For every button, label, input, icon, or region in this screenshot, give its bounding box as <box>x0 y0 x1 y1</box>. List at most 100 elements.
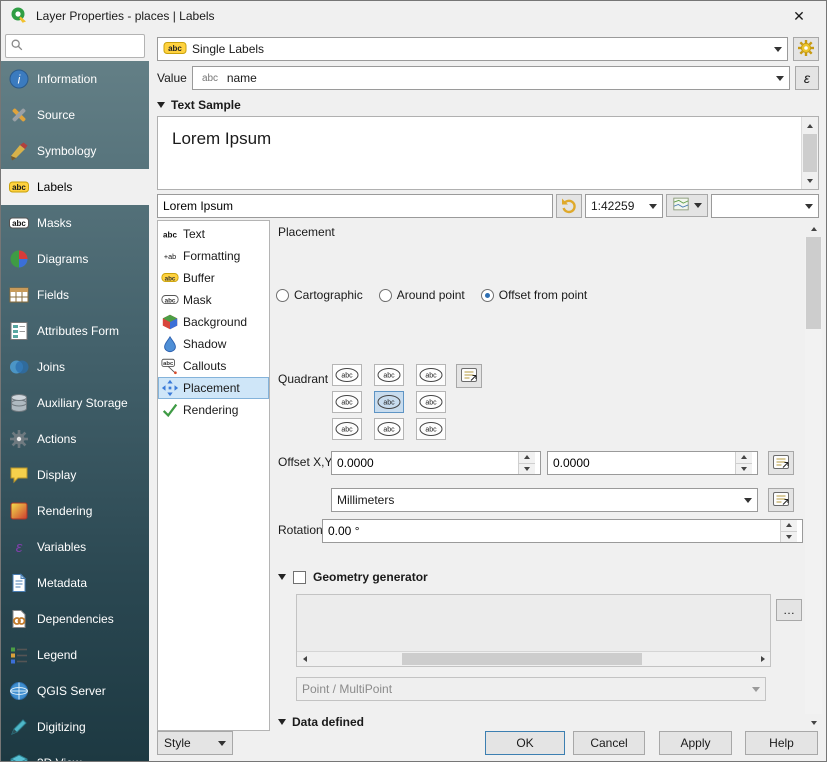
sidebar-item-source[interactable]: Source <box>1 97 149 133</box>
sidebar-item-labels[interactable]: abcLabels <box>1 169 149 205</box>
quadrant-button-4[interactable]: abc <box>374 391 404 413</box>
sidebar-item-fields[interactable]: Fields <box>1 277 149 313</box>
sample-background-combo[interactable] <box>711 194 819 218</box>
automated-placement-settings-button[interactable] <box>793 37 819 61</box>
geometry-generator-checkbox[interactable] <box>293 571 306 584</box>
sidebar-item-diagrams[interactable]: Diagrams <box>1 241 149 277</box>
svg-text:abc: abc <box>165 275 176 282</box>
scroll-down-icon[interactable] <box>805 714 822 731</box>
geometry-generator-header[interactable]: Geometry generator <box>278 570 428 584</box>
sidebar-item-display[interactable]: Display <box>1 457 149 493</box>
scroll-down-icon[interactable] <box>802 172 818 189</box>
scrollbar-thumb[interactable] <box>402 653 642 665</box>
tab-callouts[interactable]: abcCallouts <box>158 355 269 377</box>
search-input[interactable] <box>28 39 140 53</box>
scrollbar-thumb[interactable] <box>806 237 821 329</box>
sidebar-item-masks[interactable]: abcMasks <box>1 205 149 241</box>
offset-x-input[interactable] <box>337 452 513 474</box>
sidebar-item-digitizing[interactable]: Digitizing <box>1 709 149 745</box>
sample-scrollbar[interactable] <box>801 117 818 189</box>
editor-horizontal-scrollbar[interactable] <box>297 651 770 666</box>
actions-icon <box>8 428 30 450</box>
tab-text[interactable]: abcText <box>158 223 269 245</box>
sidebar-item-legend[interactable]: Legend <box>1 637 149 673</box>
tab-placement[interactable]: Placement <box>158 377 269 399</box>
geometry-type-combo[interactable]: Point / MultiPoint <box>296 677 766 701</box>
quadrant-button-2[interactable]: abc <box>416 364 446 386</box>
preview-scale-combo[interactable]: 1:42259 <box>585 194 663 218</box>
text-sample-header[interactable]: Text Sample <box>157 97 241 113</box>
geometry-generator-expression-editor[interactable] <box>296 594 771 667</box>
help-button[interactable]: Help <box>745 731 818 755</box>
rotation-input[interactable] <box>328 520 775 542</box>
formatting-tab-icon: +ab <box>161 247 179 265</box>
quadrant-button-3[interactable]: abc <box>332 391 362 413</box>
panel-scrollbar[interactable] <box>805 220 822 731</box>
tab-background[interactable]: Background <box>158 311 269 333</box>
sidebar-item-variables[interactable]: εVariables <box>1 529 149 565</box>
sidebar-item-dependencies[interactable]: Dependencies <box>1 601 149 637</box>
value-field-name: name <box>227 71 257 85</box>
map-scale-split-button[interactable] <box>666 194 708 217</box>
scroll-up-icon[interactable] <box>802 117 818 134</box>
tab-mask[interactable]: abcMask <box>158 289 269 311</box>
sidebar-item-rendering[interactable]: Rendering <box>1 493 149 529</box>
step-up-icon[interactable] <box>519 452 535 463</box>
radio-around-point[interactable]: Around point <box>379 288 465 302</box>
offset-x-steppers[interactable] <box>518 452 535 474</box>
sample-text-input[interactable] <box>163 195 547 217</box>
tab-buffer[interactable]: abcBuffer <box>158 267 269 289</box>
quadrant-button-0[interactable]: abc <box>332 364 362 386</box>
scroll-left-icon[interactable] <box>297 652 312 666</box>
expression-dialog-button[interactable]: … <box>776 599 802 621</box>
offset-data-defined-button[interactable] <box>768 451 794 475</box>
tab-shadow[interactable]: Shadow <box>158 333 269 355</box>
sidebar-item-auxiliary-storage[interactable]: Auxiliary Storage <box>1 385 149 421</box>
sidebar-item-joins[interactable]: Joins <box>1 349 149 385</box>
sidebar-item-information[interactable]: iInformation <box>1 61 149 97</box>
sidebar-item-metadata[interactable]: Metadata <box>1 565 149 601</box>
quadrant-button-1[interactable]: abc <box>374 364 404 386</box>
scroll-right-icon[interactable] <box>755 652 770 666</box>
cancel-button[interactable]: Cancel <box>573 731 645 755</box>
map-icon <box>672 195 690 216</box>
expression-builder-button[interactable]: ε <box>795 66 819 90</box>
reset-sample-text-button[interactable] <box>556 194 582 218</box>
radio-cartographic[interactable]: Cartographic <box>276 288 363 302</box>
ok-button[interactable]: OK <box>485 731 565 755</box>
radio-circle-icon <box>481 289 494 302</box>
scrollbar-thumb[interactable] <box>803 134 817 172</box>
sidebar-item-attributes-form[interactable]: Attributes Form <box>1 313 149 349</box>
tab-rendering[interactable]: Rendering <box>158 399 269 421</box>
quadrant-button-8[interactable]: abc <box>416 418 446 440</box>
step-up-icon[interactable] <box>781 520 797 531</box>
step-up-icon[interactable] <box>736 452 752 463</box>
sidebar-item-actions[interactable]: Actions <box>1 421 149 457</box>
apply-button[interactable]: Apply <box>659 731 732 755</box>
step-down-icon[interactable] <box>736 463 752 475</box>
step-down-icon[interactable] <box>781 531 797 543</box>
quadrant-button-6[interactable]: abc <box>332 418 362 440</box>
quadrant-data-defined-button[interactable] <box>456 364 482 388</box>
scroll-up-icon[interactable] <box>805 220 822 237</box>
style-menu-button[interactable]: Style <box>157 731 233 755</box>
rotation-steppers[interactable] <box>780 520 797 542</box>
tab-formatting[interactable]: +abFormatting <box>158 245 269 267</box>
sidebar-item-symbology[interactable]: Symbology <box>1 133 149 169</box>
units-data-defined-button[interactable] <box>768 488 794 512</box>
sidebar-item-qgis-server[interactable]: QGIS Server <box>1 673 149 709</box>
data-defined-section-header[interactable]: Data defined <box>278 715 364 729</box>
value-field-combo[interactable]: abc name <box>192 66 790 90</box>
offset-y-input[interactable] <box>553 452 730 474</box>
quadrant-button-7[interactable]: abc <box>374 418 404 440</box>
search-field[interactable] <box>5 34 145 58</box>
offset-units-combo[interactable]: Millimeters <box>331 488 758 512</box>
close-icon[interactable]: ✕ <box>781 1 817 31</box>
radio-offset-from-point[interactable]: Offset from point <box>481 288 587 302</box>
quadrant-button-5[interactable]: abc <box>416 391 446 413</box>
step-down-icon[interactable] <box>519 463 535 475</box>
sidebar-item-3d-view[interactable]: 3D View <box>1 745 149 761</box>
labels-icon: abc <box>8 176 30 198</box>
offset-y-steppers[interactable] <box>735 452 752 474</box>
label-mode-combo[interactable]: abc Single Labels <box>157 37 788 61</box>
